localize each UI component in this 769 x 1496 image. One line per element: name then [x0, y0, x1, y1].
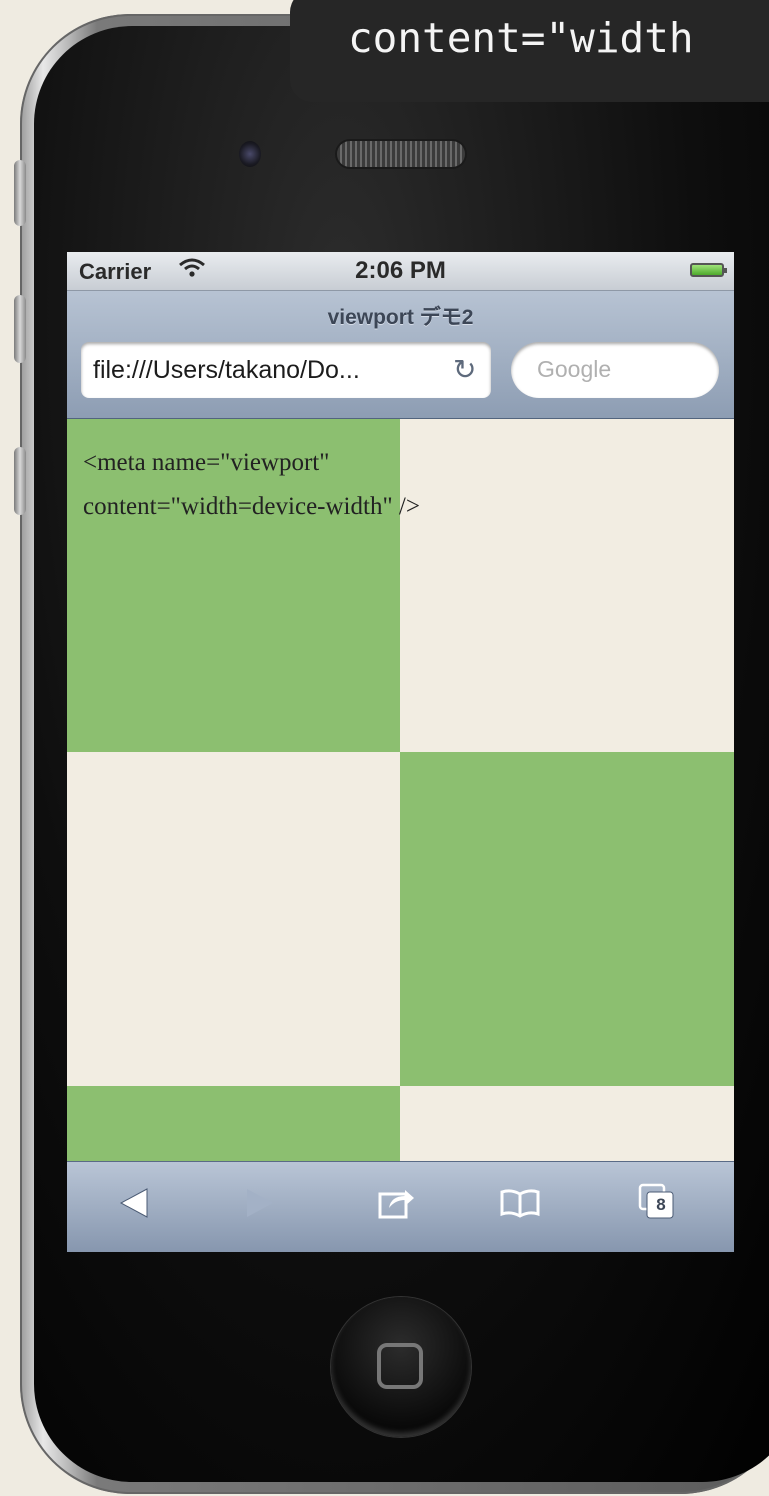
earpiece-speaker	[337, 141, 465, 167]
checker-tile	[400, 752, 734, 1086]
search-input[interactable]: Google	[511, 342, 719, 398]
home-square-icon	[377, 1343, 423, 1389]
tabs-icon[interactable]: 8	[637, 1182, 677, 1232]
page-code-line-2: content="width=device-width" />	[83, 493, 420, 520]
reload-icon[interactable]: ↻	[453, 353, 476, 386]
status-bar: Carrier 2:06 PM	[67, 252, 734, 291]
volume-down-button	[14, 447, 26, 515]
volume-up-button	[14, 295, 26, 363]
page-code-line-1: <meta name="viewport"	[83, 449, 330, 476]
code-callout-text: content="width	[348, 14, 694, 62]
web-page-content: <meta name="viewport" content="width=dev…	[67, 419, 734, 1161]
checker-tile	[67, 752, 400, 1086]
mute-switch	[14, 160, 26, 226]
share-icon[interactable]	[377, 1184, 417, 1230]
tab-count: 8	[656, 1195, 666, 1214]
forward-arrow-icon[interactable]	[243, 1186, 277, 1230]
bookmarks-icon[interactable]	[499, 1186, 541, 1229]
checker-tile	[400, 419, 734, 752]
url-field[interactable]: file:///Users/takano/Do...	[81, 342, 491, 398]
phone-screen: Carrier 2:06 PM viewport デモ2 file:///Use…	[67, 252, 734, 1252]
back-arrow-icon[interactable]	[117, 1186, 151, 1230]
front-camera	[239, 141, 261, 167]
battery-icon	[690, 263, 727, 277]
url-text: file:///Users/takano/Do...	[93, 356, 360, 384]
browser-address-bar: viewport デモ2 file:///Users/takano/Do... …	[67, 291, 734, 419]
browser-toolbar: 8	[67, 1161, 734, 1252]
search-placeholder: Google	[537, 356, 612, 382]
page-code-text: <meta name="viewport" content="width=dev…	[83, 441, 420, 529]
clock: 2:06 PM	[355, 257, 446, 284]
checker-tile	[67, 1086, 400, 1161]
home-button[interactable]	[331, 1297, 471, 1437]
code-callout: content="width	[290, 0, 769, 102]
stage: content="width Carrier 2:06 PM viewport …	[0, 0, 769, 1496]
page-title: viewport デモ2	[327, 306, 474, 329]
checker-tile	[400, 1086, 734, 1161]
